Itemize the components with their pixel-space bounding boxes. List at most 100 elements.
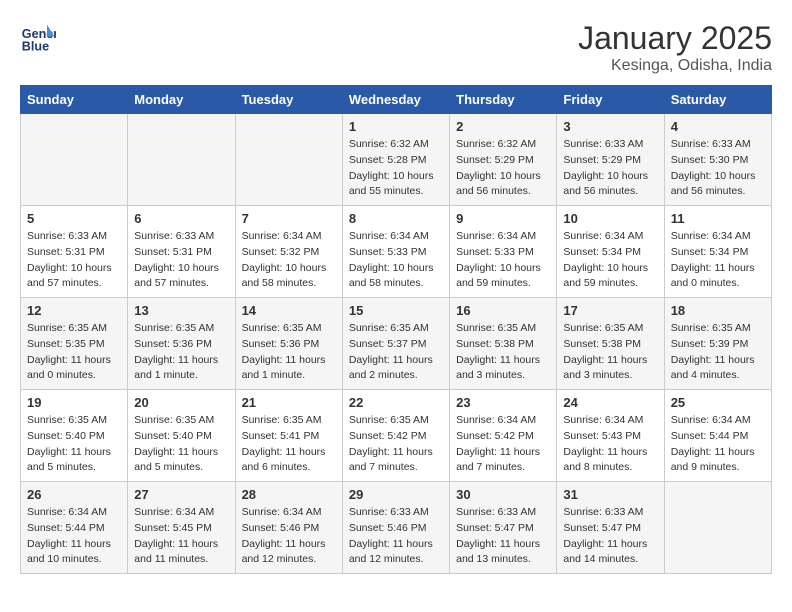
day-info: Sunrise: 6:33 AMSunset: 5:47 PMDaylight:…: [563, 505, 657, 568]
day-number: 14: [242, 303, 336, 318]
day-info: Sunrise: 6:35 AMSunset: 5:40 PMDaylight:…: [134, 413, 228, 476]
calendar-week-row: 19 Sunrise: 6:35 AMSunset: 5:40 PMDayligh…: [21, 390, 772, 482]
day-info: Sunrise: 6:35 AMSunset: 5:38 PMDaylight:…: [456, 321, 550, 384]
day-info: Sunrise: 6:35 AMSunset: 5:40 PMDaylight:…: [27, 413, 121, 476]
calendar-cell: 26 Sunrise: 6:34 AMSunset: 5:44 PMDayligh…: [21, 482, 128, 574]
calendar-cell: 30 Sunrise: 6:33 AMSunset: 5:47 PMDayligh…: [450, 482, 557, 574]
calendar-subtitle: Kesinga, Odisha, India: [578, 57, 772, 75]
day-info: Sunrise: 6:33 AMSunset: 5:46 PMDaylight:…: [349, 505, 443, 568]
day-number: 15: [349, 303, 443, 318]
day-info: Sunrise: 6:34 AMSunset: 5:34 PMDaylight:…: [671, 229, 765, 292]
weekday-header: Saturday: [664, 86, 771, 114]
day-number: 25: [671, 395, 765, 410]
day-number: 1: [349, 119, 443, 134]
calendar-cell: 13 Sunrise: 6:35 AMSunset: 5:36 PMDayligh…: [128, 298, 235, 390]
day-number: 9: [456, 211, 550, 226]
day-number: 27: [134, 487, 228, 502]
day-info: Sunrise: 6:35 AMSunset: 5:42 PMDaylight:…: [349, 413, 443, 476]
day-info: Sunrise: 6:34 AMSunset: 5:33 PMDaylight:…: [349, 229, 443, 292]
calendar-cell: 6Sunrise: 6:33 AMSunset: 5:31 PMDaylight…: [128, 206, 235, 298]
day-info: Sunrise: 6:32 AMSunset: 5:29 PMDaylight:…: [456, 137, 550, 200]
calendar-cell: [235, 114, 342, 206]
weekday-header: Wednesday: [342, 86, 449, 114]
day-number: 11: [671, 211, 765, 226]
calendar-cell: 16 Sunrise: 6:35 AMSunset: 5:38 PMDayligh…: [450, 298, 557, 390]
day-info: Sunrise: 6:34 AMSunset: 5:33 PMDaylight:…: [456, 229, 550, 292]
calendar-cell: 12 Sunrise: 6:35 AMSunset: 5:35 PMDayligh…: [21, 298, 128, 390]
day-number: 22: [349, 395, 443, 410]
calendar-week-row: 5 Sunrise: 6:33 AMSunset: 5:31 PMDaylight…: [21, 206, 772, 298]
calendar-cell: [128, 114, 235, 206]
day-number: 2: [456, 119, 550, 134]
calendar-cell: 14Sunrise: 6:35 AMSunset: 5:36 PMDayligh…: [235, 298, 342, 390]
day-number: 12: [27, 303, 121, 318]
day-number: 26: [27, 487, 121, 502]
calendar-cell: [664, 482, 771, 574]
calendar-cell: 20 Sunrise: 6:35 AMSunset: 5:40 PMDayligh…: [128, 390, 235, 482]
day-number: 23: [456, 395, 550, 410]
day-number: 5: [27, 211, 121, 226]
day-info: Sunrise: 6:35 AMSunset: 5:35 PMDaylight:…: [27, 321, 121, 384]
calendar-cell: 19 Sunrise: 6:35 AMSunset: 5:40 PMDayligh…: [21, 390, 128, 482]
day-number: 24: [563, 395, 657, 410]
day-info: Sunrise: 6:34 AMSunset: 5:32 PMDaylight:…: [242, 229, 336, 292]
day-number: 16: [456, 303, 550, 318]
calendar-cell: 7Sunrise: 6:34 AMSunset: 5:32 PMDaylight…: [235, 206, 342, 298]
day-number: 21: [242, 395, 336, 410]
calendar-cell: 11 Sunrise: 6:34 AMSunset: 5:34 PMDayligh…: [664, 206, 771, 298]
calendar-cell: 24Sunrise: 6:34 AMSunset: 5:43 PMDayligh…: [557, 390, 664, 482]
weekday-header: Thursday: [450, 86, 557, 114]
day-number: 13: [134, 303, 228, 318]
day-number: 30: [456, 487, 550, 502]
day-number: 18: [671, 303, 765, 318]
calendar-cell: 29 Sunrise: 6:33 AMSunset: 5:46 PMDayligh…: [342, 482, 449, 574]
weekday-header-row: SundayMondayTuesdayWednesdayThursdayFrid…: [21, 86, 772, 114]
calendar-cell: 10Sunrise: 6:34 AMSunset: 5:34 PMDayligh…: [557, 206, 664, 298]
day-info: Sunrise: 6:34 AMSunset: 5:42 PMDaylight:…: [456, 413, 550, 476]
calendar-cell: 9 Sunrise: 6:34 AMSunset: 5:33 PMDaylight…: [450, 206, 557, 298]
day-number: 10: [563, 211, 657, 226]
calendar-cell: 21Sunrise: 6:35 AMSunset: 5:41 PMDayligh…: [235, 390, 342, 482]
day-info: Sunrise: 6:34 AMSunset: 5:44 PMDaylight:…: [27, 505, 121, 568]
day-info: Sunrise: 6:35 AMSunset: 5:38 PMDaylight:…: [563, 321, 657, 384]
day-number: 31: [563, 487, 657, 502]
calendar-cell: 1Sunrise: 6:32 AMSunset: 5:28 PMDaylight…: [342, 114, 449, 206]
logo: General Blue: [20, 20, 56, 56]
calendar-cell: 27 Sunrise: 6:34 AMSunset: 5:45 PMDayligh…: [128, 482, 235, 574]
calendar-week-row: 26 Sunrise: 6:34 AMSunset: 5:44 PMDayligh…: [21, 482, 772, 574]
calendar-cell: 18 Sunrise: 6:35 AMSunset: 5:39 PMDayligh…: [664, 298, 771, 390]
weekday-header: Tuesday: [235, 86, 342, 114]
day-info: Sunrise: 6:35 AMSunset: 5:36 PMDaylight:…: [134, 321, 228, 384]
weekday-header: Friday: [557, 86, 664, 114]
calendar-cell: 22 Sunrise: 6:35 AMSunset: 5:42 PMDayligh…: [342, 390, 449, 482]
day-info: Sunrise: 6:34 AMSunset: 5:46 PMDaylight:…: [242, 505, 336, 568]
calendar-cell: 17Sunrise: 6:35 AMSunset: 5:38 PMDayligh…: [557, 298, 664, 390]
day-number: 28: [242, 487, 336, 502]
svg-text:Blue: Blue: [22, 40, 49, 54]
day-number: 20: [134, 395, 228, 410]
day-info: Sunrise: 6:34 AMSunset: 5:45 PMDaylight:…: [134, 505, 228, 568]
day-number: 19: [27, 395, 121, 410]
calendar-week-row: 1Sunrise: 6:32 AMSunset: 5:28 PMDaylight…: [21, 114, 772, 206]
day-info: Sunrise: 6:33 AMSunset: 5:31 PMDaylight:…: [27, 229, 121, 292]
calendar-cell: 28 Sunrise: 6:34 AMSunset: 5:46 PMDayligh…: [235, 482, 342, 574]
calendar-cell: 15 Sunrise: 6:35 AMSunset: 5:37 PMDayligh…: [342, 298, 449, 390]
day-info: Sunrise: 6:35 AMSunset: 5:37 PMDaylight:…: [349, 321, 443, 384]
logo-icon: General Blue: [20, 20, 56, 56]
day-number: 29: [349, 487, 443, 502]
calendar-cell: 8 Sunrise: 6:34 AMSunset: 5:33 PMDaylight…: [342, 206, 449, 298]
day-info: Sunrise: 6:33 AMSunset: 5:31 PMDaylight:…: [134, 229, 228, 292]
calendar-week-row: 12 Sunrise: 6:35 AMSunset: 5:35 PMDayligh…: [21, 298, 772, 390]
page-header: General Blue January 2025 Kesinga, Odish…: [20, 20, 772, 75]
day-number: 8: [349, 211, 443, 226]
title-block: January 2025 Kesinga, Odisha, India: [578, 20, 772, 75]
day-info: Sunrise: 6:33 AMSunset: 5:47 PMDaylight:…: [456, 505, 550, 568]
day-info: Sunrise: 6:33 AMSunset: 5:29 PMDaylight:…: [563, 137, 657, 200]
calendar-cell: 23 Sunrise: 6:34 AMSunset: 5:42 PMDayligh…: [450, 390, 557, 482]
calendar-cell: 5 Sunrise: 6:33 AMSunset: 5:31 PMDaylight…: [21, 206, 128, 298]
weekday-header: Sunday: [21, 86, 128, 114]
calendar-cell: 4Sunrise: 6:33 AMSunset: 5:30 PMDaylight…: [664, 114, 771, 206]
day-info: Sunrise: 6:35 AMSunset: 5:39 PMDaylight:…: [671, 321, 765, 384]
day-number: 3: [563, 119, 657, 134]
calendar-cell: 25Sunrise: 6:34 AMSunset: 5:44 PMDayligh…: [664, 390, 771, 482]
